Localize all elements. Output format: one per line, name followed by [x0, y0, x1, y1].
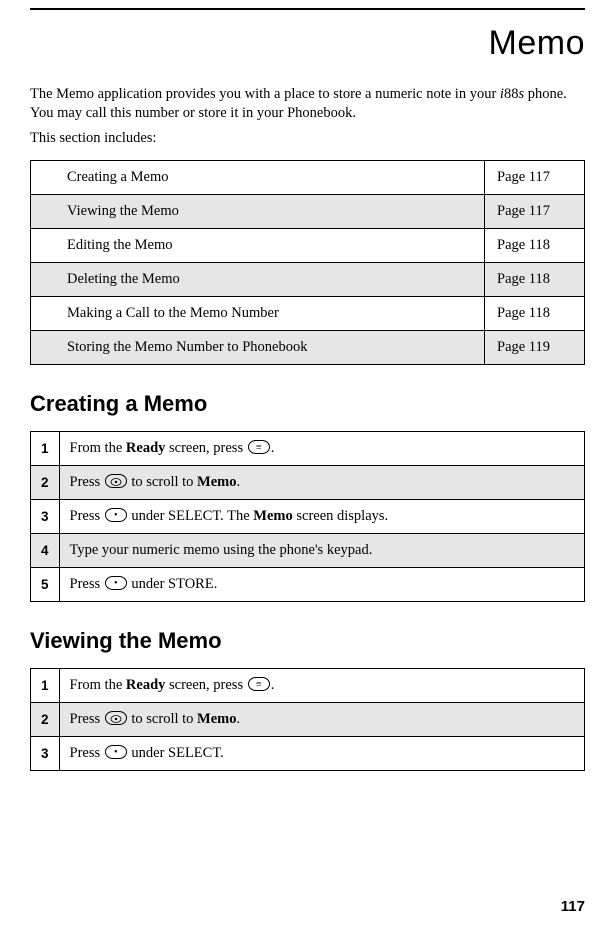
softkey-icon [105, 508, 127, 522]
step-text-frag: From the [70, 440, 126, 456]
section-heading-creating: Creating a Memo [30, 391, 585, 417]
toc-label: Storing the Memo Number to Phonebook [31, 330, 485, 364]
toc-row: Creating a Memo Page 117 [31, 160, 585, 194]
scroll-key-icon [105, 711, 127, 725]
step-text-frag: to scroll to [128, 711, 197, 727]
step-text-frag: under STORE. [128, 576, 218, 592]
toc-page: Page 117 [485, 160, 585, 194]
step-text: Press to scroll to Memo. [59, 702, 584, 736]
step-number: 4 [31, 533, 60, 567]
model-88: 88 [504, 86, 519, 102]
toc-label: Making a Call to the Memo Number [31, 296, 485, 330]
page-number: 117 [561, 898, 585, 915]
section-heading-viewing: Viewing the Memo [30, 628, 585, 654]
step-row: 3 Press under SELECT. The Memo screen di… [31, 499, 585, 533]
toc-page: Page 118 [485, 296, 585, 330]
step-text-frag: screen, press [165, 440, 246, 456]
toc-label: Creating a Memo [31, 160, 485, 194]
softkey-icon [105, 576, 127, 590]
step-row: 2 Press to scroll to Memo. [31, 702, 585, 736]
step-number: 3 [31, 499, 60, 533]
intro-text: The Memo application provides you with a… [30, 86, 500, 102]
step-text-frag: screen, press [165, 677, 246, 693]
toc-label: Deleting the Memo [31, 262, 485, 296]
step-text-frag: . [271, 440, 275, 456]
step-number: 2 [31, 702, 60, 736]
step-text-frag: Press [70, 711, 104, 727]
toc-page: Page 118 [485, 228, 585, 262]
step-text-bold: Memo [197, 711, 236, 727]
step-row: 1 From the Ready screen, press . [31, 431, 585, 465]
softkey-icon [105, 745, 127, 759]
toc-row: Making a Call to the Memo Number Page 11… [31, 296, 585, 330]
step-text: Press under SELECT. [59, 736, 584, 770]
step-number: 1 [31, 431, 60, 465]
steps-creating-memo: 1 From the Ready screen, press . 2 Press… [30, 431, 585, 602]
toc-page: Page 118 [485, 262, 585, 296]
step-text: Type your numeric memo using the phone's… [59, 533, 584, 567]
step-number: 1 [31, 668, 60, 702]
step-number: 5 [31, 567, 60, 601]
step-row: 2 Press to scroll to Memo. [31, 465, 585, 499]
step-text-bold: Ready [126, 440, 165, 456]
step-text-bold: Ready [126, 677, 165, 693]
step-text-bold: Memo [197, 474, 236, 490]
step-text-frag: Press [70, 745, 104, 761]
menu-key-icon [248, 440, 270, 454]
toc-row: Viewing the Memo Page 117 [31, 194, 585, 228]
step-text-frag: under SELECT. [128, 745, 224, 761]
toc-row: Deleting the Memo Page 118 [31, 262, 585, 296]
step-text-frag: Press [70, 576, 104, 592]
toc-row: Storing the Memo Number to Phonebook Pag… [31, 330, 585, 364]
intro-paragraph-2: This section includes: [30, 129, 585, 148]
step-text-frag: screen displays. [293, 508, 388, 524]
step-text: Press to scroll to Memo. [59, 465, 584, 499]
step-text-frag: . [237, 474, 241, 490]
top-rule [30, 8, 585, 10]
step-number: 2 [31, 465, 60, 499]
intro-paragraph-1: The Memo application provides you with a… [30, 85, 585, 123]
toc-page: Page 117 [485, 194, 585, 228]
step-text-frag: under SELECT. The [128, 508, 254, 524]
step-text-frag: to scroll to [128, 474, 197, 490]
step-text-frag: Press [70, 508, 104, 524]
step-text: From the Ready screen, press . [59, 668, 584, 702]
step-row: 4 Type your numeric memo using the phone… [31, 533, 585, 567]
steps-viewing-memo: 1 From the Ready screen, press . 2 Press… [30, 668, 585, 771]
toc-table: Creating a Memo Page 117 Viewing the Mem… [30, 160, 585, 365]
step-text-bold: Memo [253, 508, 292, 524]
step-text: Press under STORE. [59, 567, 584, 601]
chapter-title: Memo [30, 24, 585, 63]
scroll-key-icon [105, 474, 127, 488]
step-number: 3 [31, 736, 60, 770]
menu-key-icon [248, 677, 270, 691]
step-row: 3 Press under SELECT. [31, 736, 585, 770]
intro-block: The Memo application provides you with a… [30, 85, 585, 148]
toc-row: Editing the Memo Page 118 [31, 228, 585, 262]
step-text: Press under SELECT. The Memo screen disp… [59, 499, 584, 533]
step-text: From the Ready screen, press . [59, 431, 584, 465]
step-row: 5 Press under STORE. [31, 567, 585, 601]
toc-page: Page 119 [485, 330, 585, 364]
step-text-frag: From the [70, 677, 126, 693]
toc-label: Viewing the Memo [31, 194, 485, 228]
step-text-frag: Press [70, 474, 104, 490]
step-row: 1 From the Ready screen, press . [31, 668, 585, 702]
toc-label: Editing the Memo [31, 228, 485, 262]
step-text-frag: . [271, 677, 275, 693]
step-text-frag: . [237, 711, 241, 727]
